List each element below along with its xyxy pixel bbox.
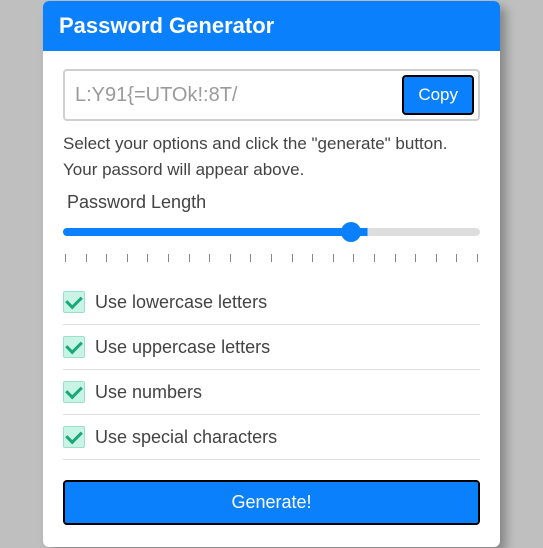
option-special: Use special characters (63, 415, 480, 460)
instructions-text: Select your options and click the "gener… (63, 131, 480, 182)
option-lowercase: Use lowercase letters (63, 280, 480, 325)
checkbox-uppercase[interactable] (63, 336, 85, 358)
checkbox-lowercase[interactable] (63, 291, 85, 313)
length-slider-wrap (63, 217, 480, 262)
password-output[interactable] (69, 76, 402, 115)
page-title: Password Generator (59, 13, 274, 38)
generate-button[interactable]: Generate! (63, 480, 480, 525)
length-slider[interactable] (63, 217, 480, 247)
option-label: Use uppercase letters (95, 337, 270, 358)
option-label: Use special characters (95, 427, 277, 448)
copy-button[interactable]: Copy (402, 75, 474, 115)
option-label: Use lowercase letters (95, 292, 267, 313)
slider-ticks (63, 254, 480, 262)
card-body: Copy Select your options and click the "… (43, 51, 500, 547)
option-numbers: Use numbers (63, 370, 480, 415)
option-uppercase: Use uppercase letters (63, 325, 480, 370)
output-row: Copy (63, 69, 480, 121)
length-label: Password Length (67, 192, 480, 213)
option-label: Use numbers (95, 382, 202, 403)
card-header: Password Generator (43, 1, 500, 51)
checkbox-numbers[interactable] (63, 381, 85, 403)
checkbox-special[interactable] (63, 426, 85, 448)
password-generator-card: Password Generator Copy Select your opti… (43, 1, 500, 547)
